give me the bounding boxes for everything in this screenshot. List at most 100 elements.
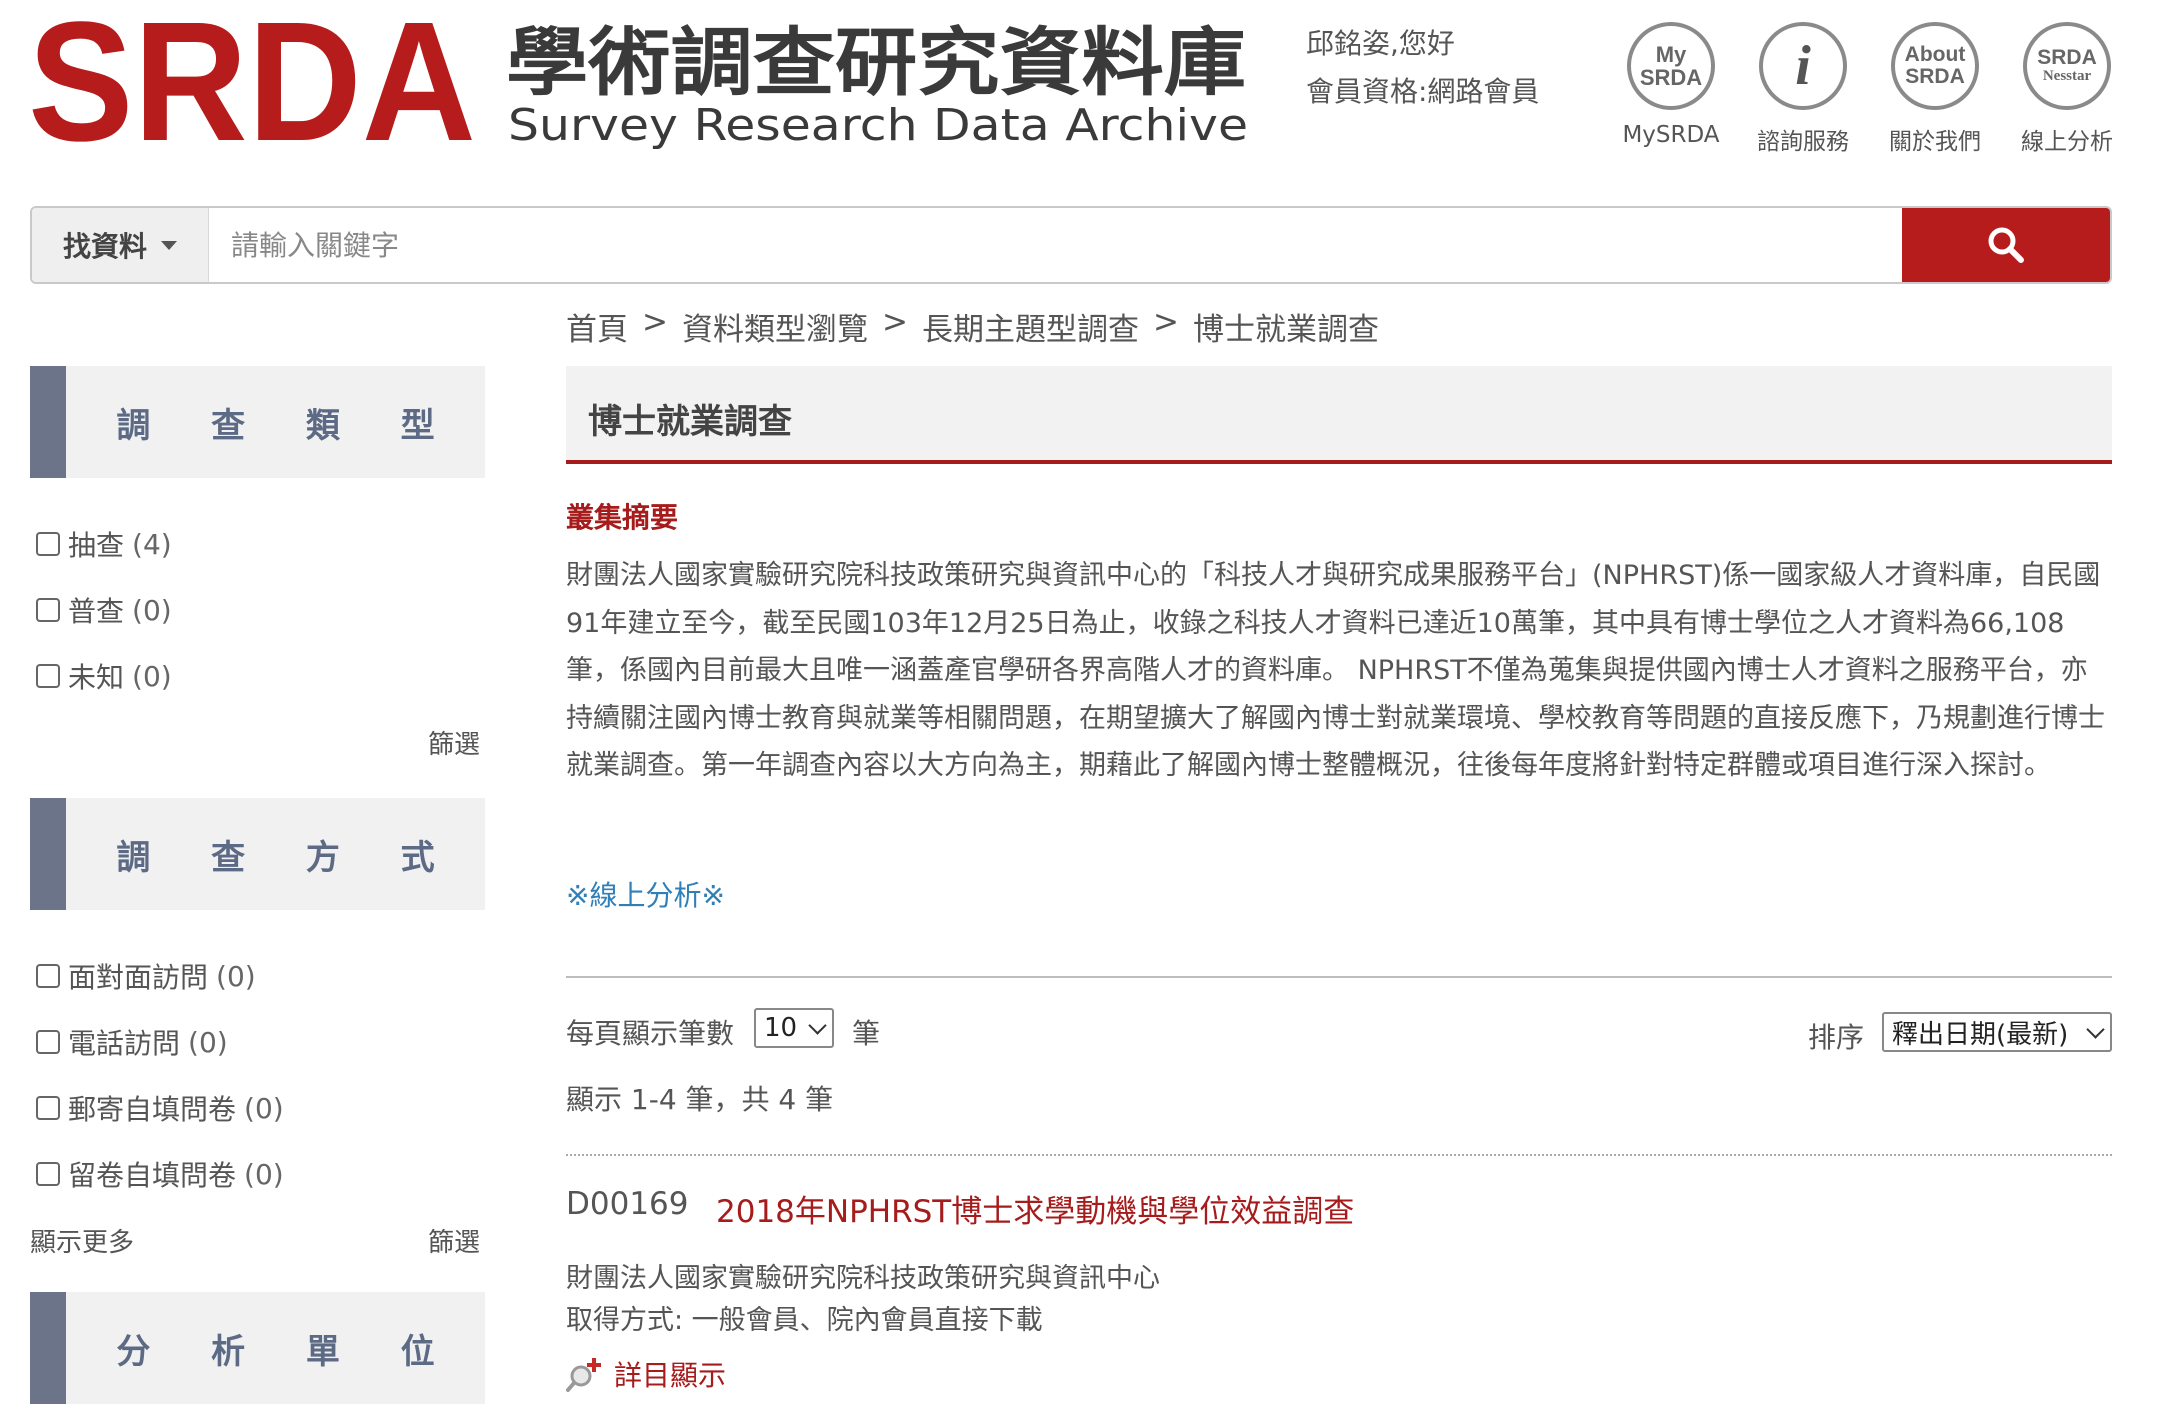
page-size-label: 每頁顯示筆數 xyxy=(566,1017,735,1050)
detail-view-label: 詳目顯示 xyxy=(614,1359,727,1392)
mysrda-icon-line1: My xyxy=(1655,41,1687,67)
facet-option-face-to-face[interactable]: 面對面訪問 (0) xyxy=(36,956,256,996)
nav-consult[interactable]: i 諮詢服務 xyxy=(1728,22,1878,156)
record-access-method: 取得方式: 一般會員、院內會員直接下載 xyxy=(566,1305,1043,1336)
search-category-dropdown[interactable]: 找資料 xyxy=(32,208,209,282)
nav-about[interactable]: About SRDA 關於我們 xyxy=(1860,22,2010,156)
facet-title: 調 查 方 式 xyxy=(66,798,485,910)
facet-title: 調 查 類 型 xyxy=(66,366,485,478)
facet-option-label: 未知 xyxy=(68,661,125,694)
page-size-select[interactable]: 10 xyxy=(754,1008,834,1048)
collection-title: 博士就業調查 xyxy=(588,402,792,442)
magnifier-plus-icon xyxy=(566,1358,601,1392)
srda-logo[interactable]: SRDA 學術調查研究資料庫 Survey Research Data Arch… xyxy=(28,12,1248,152)
facet-option-mail[interactable]: 郵寄自填問卷 (0) xyxy=(36,1088,284,1128)
caret-down-icon xyxy=(161,240,177,250)
collection-header: 博士就業調查 xyxy=(566,366,2112,464)
facet-title-char: 調 xyxy=(116,837,151,878)
facet-option-count: (4) xyxy=(132,527,172,561)
summary-label: 叢集摘要 xyxy=(566,501,679,534)
checkbox[interactable] xyxy=(36,532,60,556)
about-srda-icon[interactable]: About SRDA xyxy=(1891,22,1979,110)
info-icon-glyph: i xyxy=(1795,34,1811,97)
facet-option-label: 電話訪問 xyxy=(68,1027,181,1060)
nav-online-analysis[interactable]: SRDA Nesstar 線上分析 xyxy=(1992,22,2142,156)
checkbox[interactable] xyxy=(36,1030,60,1054)
facet-survey-method-header: 調 查 方 式 xyxy=(30,798,485,910)
chevron-down-icon xyxy=(808,1015,827,1035)
facet-option-unknown[interactable]: 未知 (0) xyxy=(36,656,172,696)
breadcrumb-current: 博士就業調查 xyxy=(1192,312,1379,348)
dotted-divider xyxy=(566,1154,2112,1156)
nav-online-analysis-label[interactable]: 線上分析 xyxy=(1992,122,2142,156)
checkbox[interactable] xyxy=(36,1162,60,1186)
search-button[interactable] xyxy=(1902,208,2110,282)
breadcrumb-separator: > xyxy=(881,304,908,340)
facet-title-char: 式 xyxy=(400,837,435,878)
filter-button[interactable]: 篩選 xyxy=(428,1222,480,1259)
facet-option-drop-off[interactable]: 留卷自填問卷 (0) xyxy=(36,1154,284,1194)
checkbox[interactable] xyxy=(36,1096,60,1120)
facet-title-char: 查 xyxy=(211,837,246,878)
nesstar-icon-line1: SRDA xyxy=(2037,46,2097,70)
facet-accent-bar xyxy=(30,798,66,910)
checkbox[interactable] xyxy=(36,664,60,688)
facet-option-sample[interactable]: 抽查 (4) xyxy=(36,524,172,564)
facet-title-char: 單 xyxy=(305,1331,340,1372)
about-icon-line2: SRDA xyxy=(1905,65,1965,88)
sort-select[interactable]: 釋出日期(最新) xyxy=(1882,1012,2112,1052)
info-icon[interactable]: i xyxy=(1759,22,1847,110)
checkbox[interactable] xyxy=(36,598,60,622)
nav-mysrda[interactable]: My SRDA MySRDA xyxy=(1596,22,1746,148)
facet-option-count: (0) xyxy=(132,659,172,693)
about-icon-line1: About xyxy=(1904,42,1966,66)
facet-accent-bar xyxy=(30,366,66,478)
record-title-link[interactable]: 2018年NPHRST博士求學動機與學位效益調查 xyxy=(716,1186,1354,1231)
search-input[interactable] xyxy=(209,208,1902,282)
user-greeting: 邱銘姿,您好 xyxy=(1306,27,1455,60)
mysrda-icon-line2: SRDA xyxy=(1639,65,1703,90)
search-category-label: 找資料 xyxy=(62,230,147,263)
online-analysis-link[interactable]: ※線上分析※ xyxy=(566,874,725,914)
logo-title-en: Survey Research Data Archive xyxy=(508,100,1248,151)
breadcrumb: 首頁 > 資料類型瀏覽 > 長期主題型調查 > 博士就業調查 xyxy=(566,304,1379,349)
nav-about-label[interactable]: 關於我們 xyxy=(1860,122,2010,156)
logo-srda-text: SRDA xyxy=(28,12,476,152)
search-bar: 找資料 xyxy=(30,206,2112,284)
facet-title-char: 類 xyxy=(305,405,340,446)
facet-option-census[interactable]: 普查 (0) xyxy=(36,590,172,630)
search-icon xyxy=(1988,227,2024,263)
nav-consult-label[interactable]: 諮詢服務 xyxy=(1728,122,1878,156)
nesstar-icon[interactable]: SRDA Nesstar xyxy=(2023,22,2111,110)
detail-view-link[interactable]: 詳目顯示 xyxy=(566,1354,726,1394)
breadcrumb-browse-by-type[interactable]: 資料類型瀏覽 xyxy=(682,304,868,349)
nav-mysrda-label[interactable]: MySRDA xyxy=(1596,122,1746,148)
filter-button[interactable]: 篩選 xyxy=(428,724,480,761)
breadcrumb-longterm-survey[interactable]: 長期主題型調查 xyxy=(922,304,1139,349)
facet-option-label: 抽查 xyxy=(68,529,125,562)
facet-title-char: 析 xyxy=(211,1331,246,1372)
logo-title-zh: 學術調查研究資料庫 xyxy=(506,20,1246,106)
facet-option-label: 留卷自填問卷 xyxy=(68,1159,237,1192)
facet-title-char: 調 xyxy=(116,405,151,446)
facet-option-label: 郵寄自填問卷 xyxy=(68,1093,237,1126)
facet-title-char: 查 xyxy=(211,405,246,446)
facet-analysis-unit-header: 分 析 單 位 xyxy=(30,1292,485,1404)
chevron-down-icon xyxy=(2086,1019,2105,1039)
result-count: 顯示 1-4 筆，共 4 筆 xyxy=(566,1083,834,1116)
breadcrumb-separator: > xyxy=(1152,304,1179,340)
facet-title: 分 析 單 位 xyxy=(66,1292,485,1404)
facet-accent-bar xyxy=(30,1292,66,1404)
page-size-value: 10 xyxy=(764,1013,798,1043)
facet-option-telephone[interactable]: 電話訪問 (0) xyxy=(36,1022,228,1062)
mysrda-icon[interactable]: My SRDA xyxy=(1627,22,1715,110)
show-more-link[interactable]: 顯示更多 xyxy=(30,1222,134,1259)
facet-option-count: (0) xyxy=(244,1157,284,1191)
facet-option-count: (0) xyxy=(216,959,256,993)
facet-title-char: 型 xyxy=(400,405,435,446)
divider xyxy=(566,976,2112,978)
sort-value: 釋出日期(最新) xyxy=(1892,1019,2069,1050)
breadcrumb-home[interactable]: 首頁 xyxy=(566,304,628,349)
facet-survey-type-header: 調 查 類 型 xyxy=(30,366,485,478)
checkbox[interactable] xyxy=(36,964,60,988)
